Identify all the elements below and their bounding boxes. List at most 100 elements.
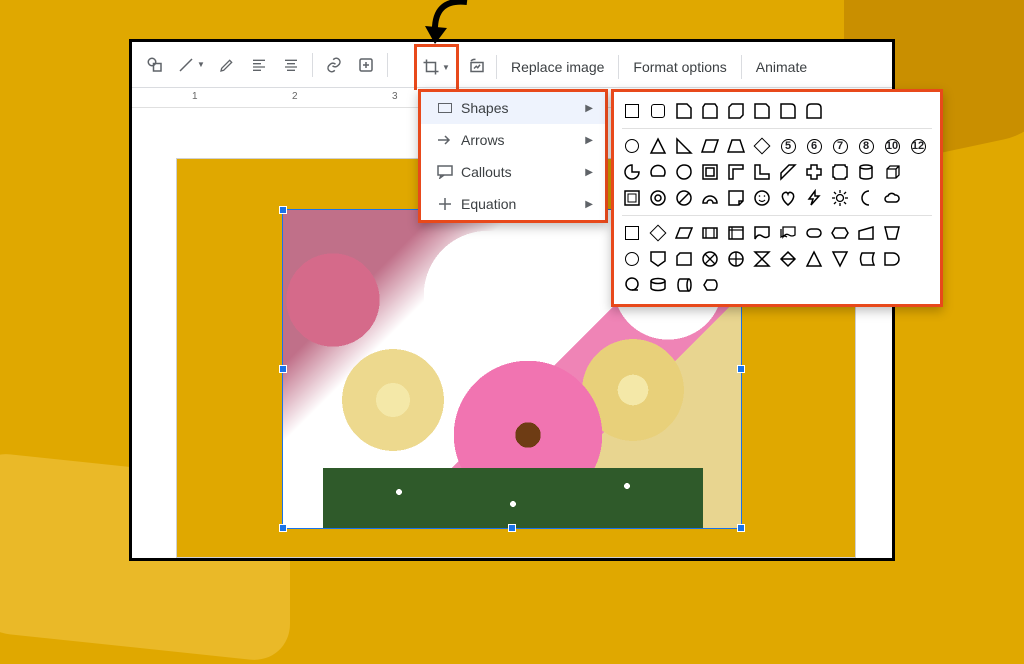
resize-handle[interactable] <box>508 524 516 532</box>
shape-plaque[interactable] <box>830 162 850 182</box>
line-tool-button[interactable]: ▼ <box>172 50 210 80</box>
shape-half-frame[interactable] <box>726 162 746 182</box>
resize-handle[interactable] <box>279 206 287 214</box>
shape-diagonal-stripe[interactable] <box>778 162 798 182</box>
shape-flowchart-decision[interactable] <box>648 223 668 243</box>
plus-icon <box>433 197 457 211</box>
shape-cube[interactable] <box>882 162 902 182</box>
shape-flowchart-delay[interactable] <box>882 249 902 269</box>
shape-flowchart-predefined[interactable] <box>700 223 720 243</box>
shape-block-arc[interactable] <box>700 188 720 208</box>
toolbar-separator <box>741 55 742 79</box>
shape-flowchart-terminator[interactable] <box>804 223 824 243</box>
animate-button[interactable]: Animate <box>746 52 817 82</box>
shape-flowchart-sequential[interactable] <box>622 275 642 295</box>
resize-handle[interactable] <box>737 524 745 532</box>
shape-triangle[interactable] <box>648 136 668 156</box>
align-left-button[interactable] <box>244 50 274 80</box>
insert-link-button[interactable] <box>319 50 349 80</box>
shape-lightning[interactable] <box>804 188 824 208</box>
shape-flowchart-magnetic-disk[interactable] <box>648 275 668 295</box>
insert-comment-button[interactable] <box>351 50 381 80</box>
resize-handle[interactable] <box>737 365 745 373</box>
menu-item-label: Equation <box>457 196 585 212</box>
shape-cross[interactable] <box>804 162 824 182</box>
shape-flowchart-extract[interactable] <box>804 249 824 269</box>
shape-heart[interactable] <box>778 188 798 208</box>
shape-flowchart-sort[interactable] <box>778 249 798 269</box>
shape-flowchart-process[interactable] <box>622 223 642 243</box>
menu-item-shapes[interactable]: Shapes ▶ <box>421 92 605 124</box>
toolbar-separator <box>387 53 388 77</box>
shape-hexagon[interactable]: 6 <box>804 136 824 156</box>
resize-handle[interactable] <box>279 524 287 532</box>
shape-flowchart-display[interactable] <box>700 275 720 295</box>
shape-snip-same[interactable] <box>700 101 720 121</box>
shape-tool-button[interactable] <box>140 50 170 80</box>
reset-image-button[interactable] <box>462 52 492 82</box>
shape-flowchart-offpage[interactable] <box>648 249 668 269</box>
shape-trapezoid[interactable] <box>726 136 746 156</box>
shape-diamond[interactable] <box>752 136 772 156</box>
shape-bevel[interactable] <box>622 188 642 208</box>
shape-cloud[interactable] <box>882 188 902 208</box>
replace-image-button[interactable]: Replace image <box>501 52 614 82</box>
shape-l-shape[interactable] <box>752 162 772 182</box>
shape-pentagon[interactable]: 5 <box>778 136 798 156</box>
toolbar-separator <box>618 55 619 79</box>
menu-item-equation[interactable]: Equation ▶ <box>421 188 605 220</box>
resize-handle[interactable] <box>279 365 287 373</box>
shape-sun[interactable] <box>830 188 850 208</box>
menu-item-arrows[interactable]: Arrows ▶ <box>421 124 605 156</box>
shape-flowchart-internal-storage[interactable] <box>726 223 746 243</box>
shape-frame[interactable] <box>700 162 720 182</box>
shape-flowchart-manual-input[interactable] <box>856 223 876 243</box>
shape-teardrop[interactable] <box>674 162 694 182</box>
shape-flowchart-direct-access[interactable] <box>674 275 694 295</box>
shape-pie[interactable] <box>622 162 642 182</box>
shape-flowchart-stored-data[interactable] <box>856 249 876 269</box>
align-center-button[interactable] <box>276 50 306 80</box>
shape-no-symbol[interactable] <box>674 188 694 208</box>
shape-flowchart-preparation[interactable] <box>830 223 850 243</box>
shape-right-triangle[interactable] <box>674 136 694 156</box>
shape-snip-round[interactable] <box>752 101 772 121</box>
submenu-arrow-icon: ▶ <box>585 199 593 210</box>
shape-oval[interactable] <box>622 136 642 156</box>
shape-flowchart-multidoc[interactable] <box>778 223 798 243</box>
format-options-button[interactable]: Format options <box>623 52 736 82</box>
shape-flowchart-summing[interactable] <box>700 249 720 269</box>
shape-flowchart-collate[interactable] <box>752 249 772 269</box>
shape-parallelogram[interactable] <box>700 136 720 156</box>
shape-flowchart-manual-operation[interactable] <box>882 223 902 243</box>
flower-decor <box>323 468 703 528</box>
submenu-arrow-icon: ▶ <box>585 135 593 146</box>
shape-dodecagon[interactable]: 12 <box>908 136 928 156</box>
shape-snip-single[interactable] <box>674 101 694 121</box>
shape-moon[interactable] <box>856 188 876 208</box>
shape-round-single[interactable] <box>778 101 798 121</box>
shape-flowchart-or[interactable] <box>726 249 746 269</box>
shape-rectangle[interactable] <box>622 101 642 121</box>
crop-button[interactable]: ▼ <box>417 52 455 82</box>
shape-decagon[interactable]: 10 <box>882 136 902 156</box>
menu-item-label: Arrows <box>457 132 585 148</box>
submenu-arrow-icon: ▶ <box>585 167 593 178</box>
shape-flowchart-document[interactable] <box>752 223 772 243</box>
shape-smiley[interactable] <box>752 188 772 208</box>
shape-donut[interactable] <box>648 188 668 208</box>
shape-octagon[interactable]: 8 <box>856 136 876 156</box>
shape-can[interactable] <box>856 162 876 182</box>
shape-flowchart-connector[interactable] <box>622 249 642 269</box>
shape-heptagon[interactable]: 7 <box>830 136 850 156</box>
menu-item-callouts[interactable]: Callouts ▶ <box>421 156 605 188</box>
shape-chord[interactable] <box>648 162 668 182</box>
pen-tool-button[interactable] <box>212 50 242 80</box>
shape-flowchart-merge[interactable] <box>830 249 850 269</box>
shape-flowchart-data[interactable] <box>674 223 694 243</box>
shape-folded-corner[interactable] <box>726 188 746 208</box>
shape-rounded-rectangle[interactable] <box>648 101 668 121</box>
shape-flowchart-card[interactable] <box>674 249 694 269</box>
shape-snip-diag[interactable] <box>726 101 746 121</box>
shape-round-same[interactable] <box>804 101 824 121</box>
